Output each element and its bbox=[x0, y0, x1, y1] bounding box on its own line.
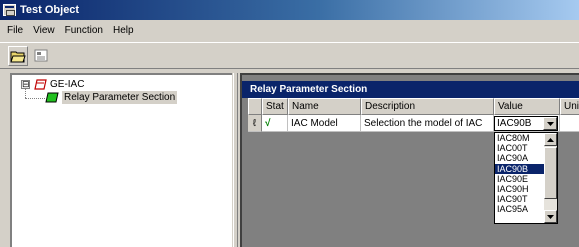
collapse-expander-icon[interactable]: ⊟ bbox=[21, 80, 30, 89]
column-header-value[interactable]: Value bbox=[494, 98, 560, 115]
menu-help[interactable]: Help bbox=[108, 25, 139, 36]
window-title: Test Object bbox=[20, 4, 80, 16]
scrollbar-thumb[interactable] bbox=[544, 147, 557, 199]
dropdown-button[interactable] bbox=[543, 117, 557, 130]
column-header-indicator bbox=[248, 98, 262, 115]
value-dropdown-list: IAC80M IAC00T IAC90A IAC90B IAC90E IAC90… bbox=[494, 132, 558, 224]
toolbar bbox=[0, 42, 579, 69]
column-header-description[interactable]: Description bbox=[361, 98, 494, 115]
value-combobox[interactable]: IAC90B bbox=[494, 116, 558, 131]
chevron-down-icon bbox=[546, 121, 554, 126]
menu-function[interactable]: Function bbox=[60, 25, 108, 36]
dropdown-option[interactable]: IAC00T bbox=[495, 143, 544, 153]
properties-button[interactable] bbox=[32, 46, 52, 66]
tree-root-label: GE-IAC bbox=[50, 79, 85, 90]
dropdown-option[interactable]: IAC80M bbox=[495, 133, 544, 143]
open-folder-button[interactable] bbox=[8, 45, 28, 66]
scroll-down-button[interactable] bbox=[544, 210, 557, 223]
section-title: Relay Parameter Section bbox=[250, 84, 368, 95]
app-window-icon bbox=[3, 4, 16, 16]
column-header-unit[interactable]: Unit bbox=[560, 98, 579, 115]
object-tree: ⊟ GE-IAC Relay Parameter Section bbox=[10, 73, 232, 247]
dropdown-option[interactable]: IAC90H bbox=[495, 184, 544, 194]
grid-header-row: Stat Name Description Value Unit bbox=[248, 98, 579, 115]
tree-connector bbox=[25, 98, 45, 99]
parameter-grid-pane: Relay Parameter Section Stat Name Descri… bbox=[240, 73, 579, 247]
tree-child-label: Relay Parameter Section bbox=[62, 91, 178, 104]
menu-file[interactable]: File bbox=[2, 25, 28, 36]
tree-node-relay-parameter-section[interactable]: Relay Parameter Section bbox=[45, 91, 178, 104]
dropdown-option[interactable]: IAC90T bbox=[495, 194, 544, 204]
column-header-stat[interactable]: Stat bbox=[262, 98, 288, 115]
dropdown-options: IAC80M IAC00T IAC90A IAC90B IAC90E IAC90… bbox=[495, 133, 544, 215]
tree-node-root[interactable]: ⊟ GE-IAC bbox=[21, 79, 84, 90]
title-bar[interactable]: Test Object bbox=[0, 0, 579, 20]
arrow-down-icon bbox=[547, 214, 554, 219]
parameter-name: IAC Model bbox=[288, 115, 361, 132]
menu-view[interactable]: View bbox=[28, 25, 60, 36]
open-folder-icon bbox=[10, 51, 26, 62]
relay-device-icon bbox=[34, 79, 47, 90]
dropdown-option[interactable]: IAC95A bbox=[495, 204, 544, 214]
scroll-up-button[interactable] bbox=[544, 133, 557, 146]
combobox-selected-value: IAC90B bbox=[497, 118, 532, 129]
arrow-up-icon bbox=[547, 137, 554, 142]
parameter-unit-cell bbox=[560, 115, 579, 132]
pane-splitter[interactable] bbox=[233, 73, 238, 247]
dropdown-option[interactable]: IAC90E bbox=[495, 174, 544, 184]
column-header-name[interactable]: Name bbox=[288, 98, 361, 115]
parameter-description: Selection the model of IAC bbox=[361, 115, 494, 132]
properties-icon bbox=[34, 49, 48, 61]
section-folder-icon bbox=[45, 92, 59, 103]
section-header: Relay Parameter Section bbox=[242, 81, 579, 98]
status-check-icon: √ bbox=[262, 115, 288, 132]
dropdown-scrollbar[interactable] bbox=[544, 133, 557, 223]
dropdown-option-selected[interactable]: IAC90B bbox=[495, 163, 544, 174]
edit-pencil-icon: ℓ bbox=[248, 115, 262, 132]
dropdown-option[interactable]: IAC90A bbox=[495, 153, 544, 163]
menu-bar: File View Function Help bbox=[0, 21, 579, 39]
